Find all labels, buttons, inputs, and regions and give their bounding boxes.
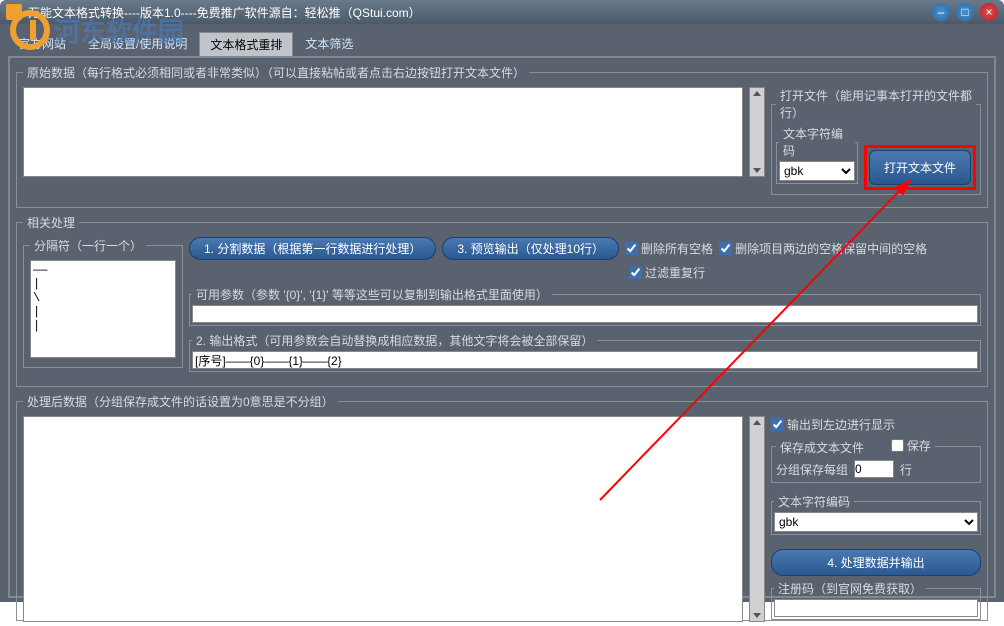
separator-textarea[interactable]: —— | \ | | (30, 260, 176, 358)
minimize-button[interactable]: – (932, 3, 950, 21)
split-button[interactable]: 1. 分割数据（根据第一行数据进行处理） (189, 237, 436, 260)
close-button[interactable]: × (980, 3, 998, 21)
raw-data-textarea[interactable] (23, 87, 743, 177)
open-file-group: 打开文件（能用记事本打开的文件都行） 文本字符编码 gbk (771, 87, 981, 195)
output-group: 处理后数据（分组保存成文件的话设置为0意思是不分组） 输出到左边进行显示 保存成… (16, 393, 988, 621)
params-legend: 可用参数（参数 '{0}', '{1}' 等等这些可以复制到输出格式里面使用） (192, 286, 552, 303)
maximize-button[interactable]: □ (956, 3, 974, 21)
output-textarea[interactable] (23, 416, 743, 622)
groups-input[interactable] (854, 460, 894, 478)
main-panel: 原始数据（每行格式必须相同或者非常类似）（可以直接粘帖或者点击右边按钮打开文本文… (8, 56, 996, 598)
tab-bar: 官方网站 全局设置/使用说明 文本格式重排 文本筛选 (8, 32, 996, 56)
output-left-checkbox[interactable]: 输出到左边进行显示 (771, 416, 981, 433)
save-group: 保存成文本文件 保存 分组保存每组 行 (771, 437, 981, 483)
separator-legend: 分隔符（一行一个） (30, 237, 146, 254)
out-encoding-label: 文本字符编码 (774, 493, 854, 510)
process-legend: 相关处理 (23, 214, 79, 231)
process-button[interactable]: 4. 处理数据并输出 (771, 549, 981, 576)
tab-reformat[interactable]: 文本格式重排 (199, 32, 293, 56)
highlight-box: 打开文本文件 (864, 145, 976, 190)
output-legend: 处理后数据（分组保存成文件的话设置为0意思是不分组） (23, 393, 338, 410)
regcode-legend: 注册码（到官网免费获取） (774, 580, 926, 597)
format-group: 2. 输出格式（可用参数会自动替换成相应数据，其他文字将会被全部保留） (189, 332, 981, 372)
out-encoding-select[interactable]: gbk (774, 512, 978, 532)
tab-settings[interactable]: 全局设置/使用说明 (78, 32, 197, 56)
tab-website[interactable]: 官方网站 (8, 32, 76, 56)
separator-group: 分隔符（一行一个） —— | \ | | (23, 237, 183, 368)
format-legend: 2. 输出格式（可用参数会自动替换成相应数据，其他文字将会被全部保留） (192, 332, 597, 349)
dedupe-checkbox[interactable]: 过滤重复行 (629, 264, 705, 281)
scrollbar[interactable] (749, 87, 765, 177)
title-bar: 万能文本格式转换----版本1.0----免费推广软件源自：轻松推（QStui.… (0, 0, 1004, 24)
params-input[interactable] (192, 305, 978, 323)
open-file-legend: 打开文件（能用记事本打开的文件都行） (776, 87, 976, 121)
window-title: 万能文本格式转换----版本1.0----免费推广软件源自：轻松推（QStui.… (28, 4, 932, 21)
process-group: 相关处理 分隔符（一行一个） —— | \ | | 1. 分割数据（根据第一行数… (16, 214, 988, 387)
encoding-select[interactable]: gbk (779, 161, 855, 181)
preview-button[interactable]: 3. 预览输出（仅处理10行） (442, 237, 619, 260)
params-group: 可用参数（参数 '{0}', '{1}' 等等这些可以复制到输出格式里面使用） (189, 286, 981, 326)
groups-unit: 行 (900, 461, 912, 478)
tab-filter[interactable]: 文本筛选 (295, 32, 363, 56)
encoding-label: 文本字符编码 (779, 125, 855, 159)
encoding-group: 文本字符编码 gbk (776, 125, 858, 184)
groups-label: 分组保存每组 (776, 461, 848, 478)
raw-data-group: 原始数据（每行格式必须相同或者非常类似）（可以直接粘帖或者点击右边按钮打开文本文… (16, 64, 988, 208)
trim-spaces-checkbox[interactable]: 删除项目两边的空格保留中间的空格 (719, 240, 927, 257)
format-input[interactable] (192, 351, 978, 369)
raw-data-legend: 原始数据（每行格式必须相同或者非常类似）（可以直接粘帖或者点击右边按钮打开文本文… (23, 64, 529, 81)
open-file-button[interactable]: 打开文本文件 (869, 150, 971, 185)
remove-spaces-checkbox[interactable]: 删除所有空格 (625, 240, 713, 257)
save-checkbox[interactable]: 保存 (891, 437, 931, 454)
scrollbar[interactable] (749, 416, 765, 622)
app-icon (6, 4, 22, 20)
regcode-group: 注册码（到官网免费获取） (771, 580, 981, 620)
out-encoding-group: 文本字符编码 gbk (771, 493, 981, 535)
save-legend: 保存成文本文件 保存 (776, 437, 935, 456)
